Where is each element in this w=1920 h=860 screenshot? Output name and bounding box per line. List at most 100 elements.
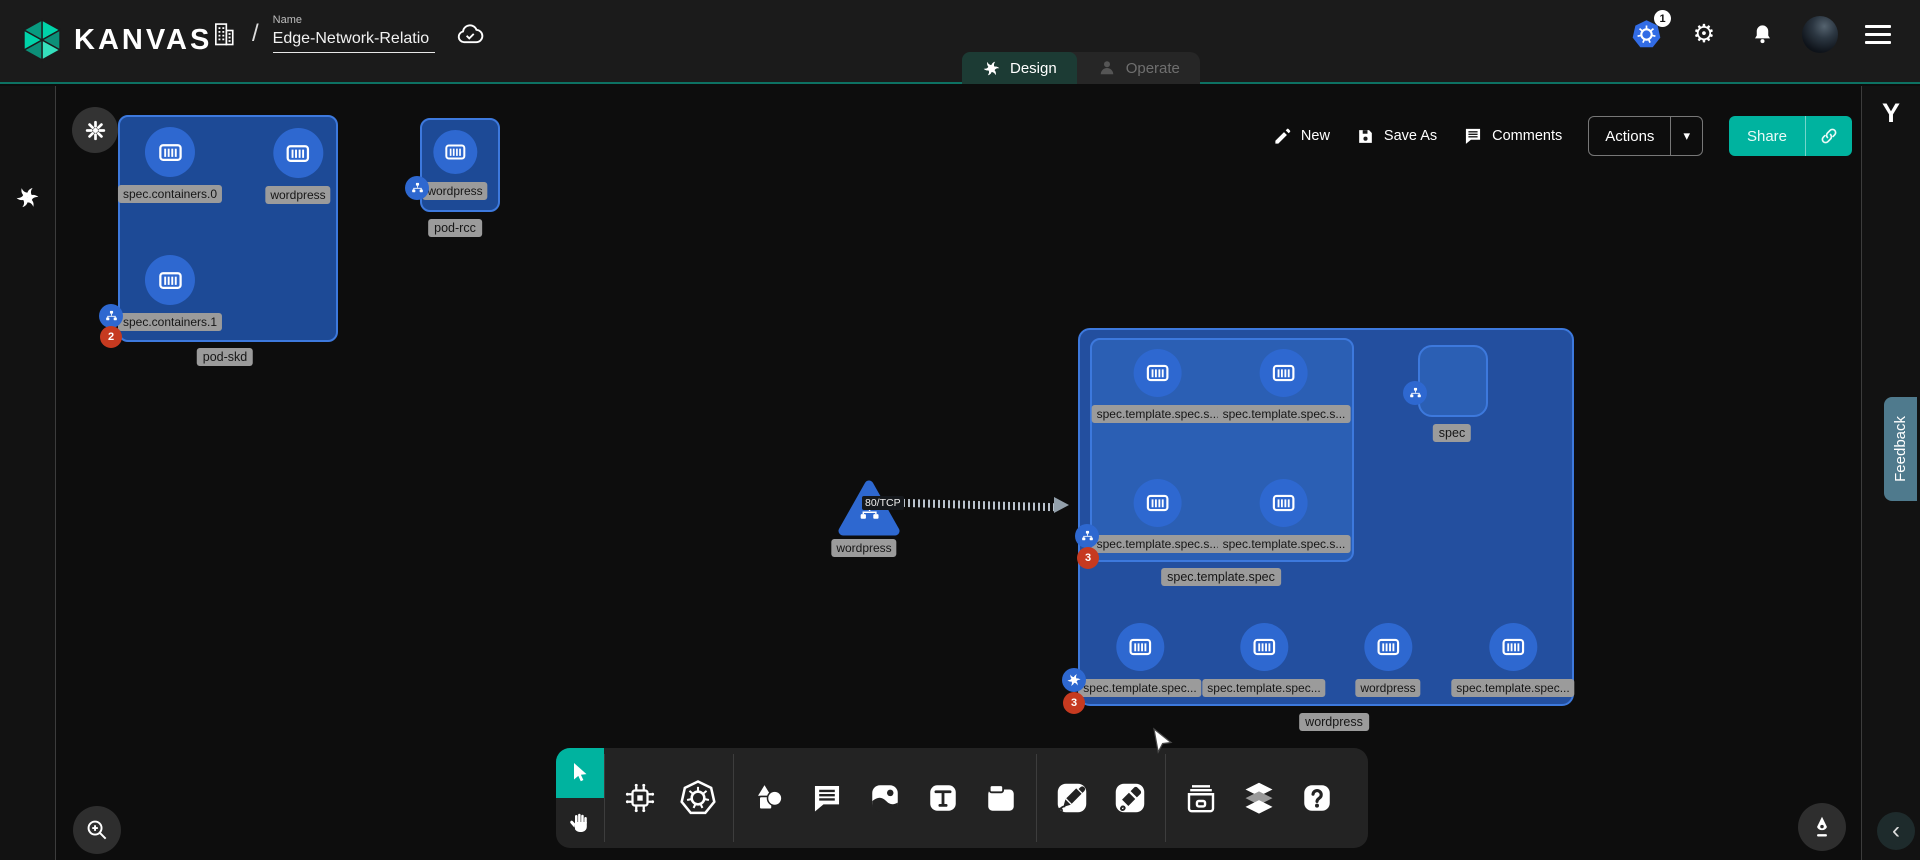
container-node[interactable]: [1260, 479, 1308, 527]
meshery-swirl-icon[interactable]: [14, 184, 41, 211]
feedback-tab-label: Feedback: [1892, 416, 1909, 482]
pod-skd-title: pod-skd: [197, 348, 253, 366]
service-edge[interactable]: [898, 499, 1056, 511]
node-spec-containers-1: spec.containers.1: [118, 255, 222, 331]
container-icon: [157, 139, 184, 166]
node-label: wordpress: [1355, 679, 1420, 697]
container-node[interactable]: [1240, 623, 1288, 671]
kubernetes-context-button[interactable]: 1: [1628, 16, 1664, 52]
comments-button-label: Comments: [1492, 128, 1562, 144]
design-name-input[interactable]: [273, 28, 435, 53]
freehand-tool-button[interactable]: [1103, 748, 1157, 848]
container-icon: [1271, 360, 1297, 386]
left-rail: ›: [0, 86, 56, 860]
spec-kind-badge[interactable]: [1403, 381, 1427, 405]
template-kind-badge[interactable]: [1075, 524, 1099, 548]
comments-button[interactable]: Comments: [1463, 126, 1562, 146]
kanvas-logo[interactable]: KANVAS: [22, 18, 212, 62]
notifications-button[interactable]: [1744, 16, 1780, 52]
new-button-label: New: [1301, 128, 1330, 144]
share-split-button: Share: [1729, 116, 1852, 156]
help-tool-button[interactable]: [1290, 748, 1344, 848]
feedback-tab[interactable]: Feedback: [1884, 397, 1917, 501]
container-node[interactable]: [1116, 623, 1164, 671]
components-tool-button[interactable]: [613, 748, 667, 848]
shapes-icon: [751, 780, 787, 816]
deployment-alert-badge[interactable]: 3: [1063, 692, 1085, 714]
bell-icon: [1751, 23, 1774, 46]
select-tool-button[interactable]: [556, 748, 604, 798]
zoom-search-button[interactable]: [73, 806, 121, 854]
service-label: wordpress: [831, 539, 896, 557]
pod-skd-alert-badge[interactable]: 2: [100, 326, 122, 348]
node-label: spec.template.spec.s...: [1092, 405, 1225, 423]
avatar-image: [1802, 16, 1838, 53]
container-node[interactable]: [145, 127, 195, 177]
tab-operate[interactable]: Operate: [1077, 52, 1200, 84]
actions-button[interactable]: Actions: [1589, 117, 1670, 155]
collapse-right-panel-button[interactable]: ‹: [1877, 812, 1915, 850]
save-as-button[interactable]: Save As: [1356, 127, 1437, 146]
node-template-2: spec.template.spec.s...: [1092, 479, 1225, 553]
yaml-panel-icon[interactable]: Y: [1882, 98, 1900, 129]
comment-tool-button[interactable]: [800, 748, 854, 848]
name-field-label: Name: [273, 14, 435, 26]
magnifier-plus-icon: [84, 817, 110, 843]
template-alert-badge[interactable]: 3: [1077, 547, 1099, 569]
image-tool-button[interactable]: [858, 748, 912, 848]
node-label: spec.containers.0: [118, 185, 222, 203]
share-button-label: Share: [1747, 128, 1787, 145]
container-node[interactable]: [1364, 623, 1412, 671]
link-icon: [1819, 126, 1839, 146]
kubernetes-tool-button[interactable]: [671, 748, 725, 848]
note-tool-button[interactable]: [974, 748, 1028, 848]
layers-tool-button[interactable]: [1232, 748, 1286, 848]
k8s-context-count-badge: 1: [1654, 10, 1671, 27]
node-spec-empty[interactable]: [1418, 345, 1488, 417]
container-icon: [284, 140, 311, 167]
tab-design[interactable]: Design: [962, 52, 1077, 84]
container-icon: [1271, 490, 1297, 516]
mode-tabs: Design Operate: [962, 52, 1200, 84]
user-avatar[interactable]: [1802, 16, 1838, 52]
save-as-button-label: Save As: [1384, 128, 1437, 144]
tab-design-label: Design: [1010, 60, 1057, 77]
pointer-tool-column: [556, 748, 604, 848]
drawer-tool-button[interactable]: [1174, 748, 1228, 848]
pan-tool-button[interactable]: [556, 798, 604, 848]
container-node[interactable]: [1134, 349, 1182, 397]
organization-icon[interactable]: [210, 20, 238, 48]
container-node[interactable]: [1260, 349, 1308, 397]
annotation-pen-button[interactable]: [1798, 803, 1846, 851]
actions-dropdown-toggle[interactable]: ▾: [1670, 117, 1702, 155]
share-button[interactable]: Share: [1729, 116, 1805, 156]
container-node[interactable]: [433, 130, 477, 174]
app-header: KANVAS / Name: [0, 0, 1920, 84]
pod-skd-kind-badge[interactable]: [99, 304, 123, 328]
browser-tab-icon: [984, 781, 1018, 815]
hierarchy-badge-icon: [104, 309, 119, 324]
component-tools-group: [605, 748, 733, 848]
main-menu-button[interactable]: [1860, 16, 1896, 52]
canvas-settings-button[interactable]: [72, 107, 118, 153]
breadcrumb-slash: /: [252, 20, 259, 48]
text-tool-button[interactable]: [916, 748, 970, 848]
node-label: spec.template.spec.s...: [1218, 405, 1351, 423]
design-name-block: Name: [273, 14, 435, 53]
hierarchy-badge-icon: [1080, 529, 1095, 544]
container-node[interactable]: [273, 128, 323, 178]
edge-arrowhead-icon: [1054, 497, 1069, 513]
design-swirl-icon: [982, 59, 1001, 78]
container-node[interactable]: [1134, 479, 1182, 527]
settings-button[interactable]: ⚙: [1686, 16, 1722, 52]
container-node[interactable]: [145, 255, 195, 305]
container-node[interactable]: [1489, 623, 1537, 671]
template-group-title: spec.template.spec: [1161, 568, 1281, 586]
new-button[interactable]: New: [1273, 127, 1330, 146]
pod-rcc-kind-badge[interactable]: [405, 176, 429, 200]
pen-path-tool-button[interactable]: [1045, 748, 1099, 848]
edge-port-label: 80/TCP: [862, 496, 904, 510]
copy-link-button[interactable]: [1805, 116, 1852, 156]
shapes-tool-button[interactable]: [742, 748, 796, 848]
deployment-kind-badge[interactable]: [1062, 668, 1086, 692]
